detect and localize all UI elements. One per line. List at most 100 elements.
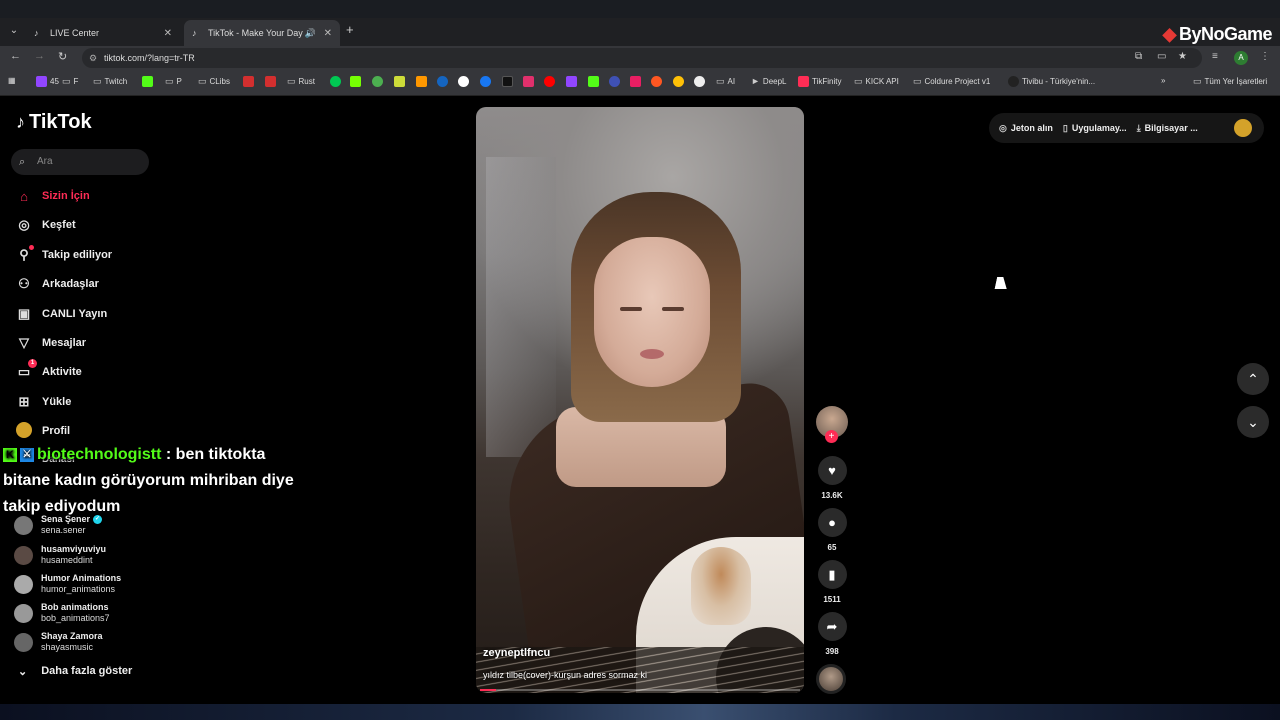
media-control-icon[interactable]: ≡ [1212, 51, 1218, 62]
previous-video-button[interactable]: ⌃ [1237, 363, 1269, 395]
more-bookmarks-icon[interactable]: » [1161, 76, 1165, 85]
following-account[interactable]: Shaya Zamora shayasmusic [14, 629, 103, 655]
nav-messages[interactable]: ▽ Mesajlar [16, 332, 86, 354]
back-icon[interactable]: ← [10, 50, 21, 62]
tab-live-center[interactable]: ♪ LIVE Center ✕ [26, 20, 180, 46]
bookmark-folder[interactable]: ▭ AI [716, 76, 735, 87]
like-button[interactable]: ♥ 13.6K [816, 456, 848, 500]
bookmark-folder[interactable]: ▭ Rust [287, 76, 315, 87]
video-player[interactable]: zeyneptlfncu yıldız tilbe(cover)-kurşun … [476, 107, 804, 693]
account-name: Humor Animations [41, 573, 122, 583]
video-author[interactable]: zeyneptlfncu [483, 647, 550, 659]
tiktok-icon: ♪ [192, 28, 197, 38]
bookmark-star-icon[interactable]: ★ [1178, 51, 1187, 62]
bookmark-folder[interactable]: ▭ F [62, 76, 78, 87]
show-more-button[interactable]: ⌄ Daha fazla göster [18, 665, 132, 678]
instagram-icon[interactable] [523, 76, 534, 87]
youtube-icon[interactable] [544, 76, 555, 87]
reload-icon[interactable]: ↻ [58, 50, 67, 63]
comment-count: 65 [827, 543, 837, 552]
bookmark-folder[interactable]: ▭ Coldure Project v1 [913, 76, 990, 87]
search-input[interactable]: ⌕ Ara [11, 149, 149, 175]
tiktok-logo[interactable]: ♪ TikTok [16, 111, 92, 134]
get-coins-button[interactable]: ◎ Jeton alın [989, 123, 1053, 134]
tab-tiktok[interactable]: ♪ TikTok - Make Your Day 🔊 ✕ [184, 20, 340, 46]
user-avatar[interactable] [1234, 119, 1252, 137]
bookmark-item[interactable] [372, 76, 383, 87]
share-button[interactable]: ➦ 398 [816, 612, 848, 656]
cast-icon[interactable]: ▭ [1157, 51, 1166, 62]
bookmark-item[interactable]: Tivibu - Türkiye'nin... [1008, 76, 1095, 87]
get-app-button[interactable]: ▯ Uygulamay... [1053, 123, 1127, 134]
comment-icon: ● [817, 508, 847, 537]
next-video-button[interactable]: ⌄ [1237, 406, 1269, 438]
nav-profile[interactable]: Profil [16, 420, 70, 442]
bookmark-item[interactable]: ► DeepL [751, 76, 787, 86]
following-account[interactable]: husamviyuviyu husameddint [14, 542, 106, 568]
nav-for-you[interactable]: ⌂ Sizin İçin [16, 185, 90, 207]
follow-plus-icon[interactable]: + [825, 430, 838, 443]
comment-button[interactable]: ● 65 [816, 508, 848, 552]
bookmark-folder[interactable]: ▭ P [165, 76, 182, 87]
close-icon[interactable]: ✕ [324, 28, 332, 39]
forward-icon[interactable]: → [34, 50, 45, 62]
bookmark-item[interactable] [630, 76, 641, 87]
bookmark-folder[interactable]: ▭ KICK API [854, 76, 899, 87]
nav-friends[interactable]: ⚇ Arkadaşlar [16, 273, 99, 295]
profile-avatar[interactable]: A [1234, 51, 1248, 65]
close-icon[interactable]: ✕ [164, 28, 172, 39]
nav-label: CANLI Yayın [42, 308, 108, 320]
speaker-icon[interactable]: 🔊 [305, 28, 316, 39]
following-account[interactable]: Bob animations bob_animations7 [14, 600, 110, 626]
bookmark-item[interactable] [458, 76, 469, 87]
url-field[interactable]: ⚙ tiktok.com/?lang=tr-TR [82, 48, 1202, 68]
following-account[interactable]: Humor Animations humor_animations [14, 571, 121, 597]
github-icon[interactable] [694, 76, 705, 87]
facebook-icon[interactable] [480, 76, 491, 87]
video-progress-bar[interactable] [480, 689, 800, 691]
tab-search-button[interactable]: ⌄ [6, 22, 22, 40]
bookmark-folder[interactable]: ▭ CLibs [198, 76, 230, 87]
bookmark-item[interactable] [142, 76, 153, 87]
save-button[interactable]: ▮ 1511 [816, 560, 848, 604]
apps-icon[interactable]: ▦ [8, 76, 16, 85]
brand-name: ByNoGame [1178, 24, 1273, 44]
all-bookmarks-folder[interactable]: ▭ Tüm Yer İşaretleri [1193, 76, 1267, 87]
nav-upload[interactable]: ⊞ Yükle [16, 391, 72, 413]
bookmark-item[interactable] [330, 76, 341, 87]
bookmark-item[interactable] [243, 76, 254, 87]
new-tab-button[interactable]: + [346, 22, 354, 37]
menu-icon[interactable]: ⋮ [1260, 51, 1270, 62]
account-username: shayasmusic [41, 642, 94, 652]
nav-activity[interactable]: ▭ 1 Aktivite [16, 359, 82, 383]
search-placeholder: Ara [37, 156, 53, 167]
account-username: bob_animations7 [41, 613, 110, 623]
tab-title: TikTok - Make Your Day [208, 28, 303, 38]
nav-label: Aktivite [42, 366, 82, 378]
nav-following[interactable]: ⚲ Takip ediliyor [16, 244, 112, 266]
bookmark-item[interactable] [265, 76, 276, 87]
bookmark-item[interactable] [350, 76, 361, 87]
nav-explore[interactable]: ◎ Keşfet [16, 214, 75, 236]
bookmarks-bar: ▦ 45 ▭ F ▭ Twitch ▭ P ▭ CLibs ▭ Rust ▭ AI ► Dee… [0, 70, 1280, 96]
desktop-app-button[interactable]: ⤓ Bilgisayar ... [1127, 123, 1198, 134]
bookmark-item[interactable]: TikFinity [798, 76, 841, 87]
profile-avatar [16, 421, 32, 441]
nav-live[interactable]: ▣ CANLI Yayın [16, 303, 107, 325]
bookmark-item[interactable] [416, 76, 427, 87]
bookmark-item[interactable] [394, 76, 405, 87]
bookmark-item[interactable] [609, 76, 620, 87]
bookmark-item[interactable] [437, 76, 448, 87]
translate-icon[interactable]: ⧉ [1135, 51, 1142, 62]
bookmark-item[interactable]: 45 [36, 76, 59, 87]
tiktok-icon[interactable] [502, 76, 513, 87]
music-disc[interactable] [816, 664, 846, 694]
twitch-icon[interactable] [566, 76, 577, 87]
bookmark-folder[interactable]: ▭ Twitch [93, 76, 127, 87]
home-icon: ⌂ [20, 188, 28, 204]
site-info-icon[interactable]: ⚙ [89, 48, 97, 68]
bookmark-item[interactable] [651, 76, 662, 87]
kick-icon[interactable] [588, 76, 599, 87]
bookmark-item[interactable] [673, 76, 684, 87]
show-more-label: Daha fazla göster [41, 665, 133, 677]
